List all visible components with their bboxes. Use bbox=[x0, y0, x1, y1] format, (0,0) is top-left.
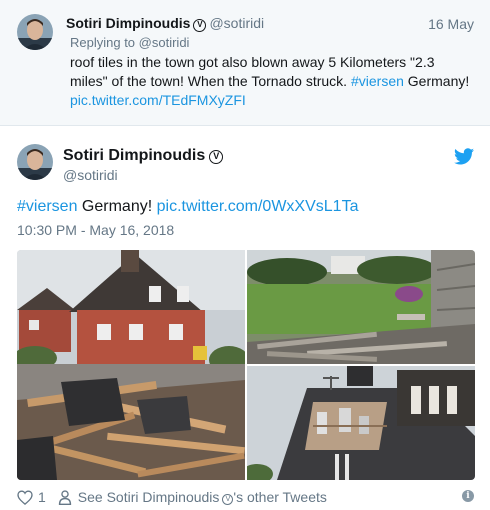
hashtag-link[interactable]: #viersen bbox=[17, 198, 77, 215]
media-photo-garden-debris[interactable] bbox=[247, 250, 475, 364]
photo-roof-scene bbox=[247, 366, 475, 480]
parent-author-name-line[interactable]: Sotiri Dimpinoudis V @sotiridi bbox=[66, 15, 264, 32]
verified-badge-icon: V bbox=[209, 150, 224, 164]
author-name-line[interactable]: Sotiri Dimpinoudis V bbox=[63, 147, 224, 165]
pic-link[interactable]: pic.twitter.com/0WxXVsL1Ta bbox=[157, 198, 359, 215]
other-tweets-label: See Sotiri Dimpinoudis V's other Tweets bbox=[78, 489, 327, 505]
like-button[interactable]: 1 bbox=[17, 489, 46, 505]
tweet-actions: 1 See Sotiri Dimpinoudis V's other Tweets bbox=[17, 488, 327, 506]
replying-to-handle-link[interactable]: @sotiridi bbox=[139, 35, 190, 50]
parent-author-name[interactable]: Sotiri Dimpinoudis bbox=[66, 15, 190, 31]
parent-author-avatar[interactable] bbox=[17, 14, 53, 50]
parent-tweet[interactable]: Sotiri Dimpinoudis V @sotiridi 16 May Repl… bbox=[0, 0, 490, 126]
replying-to-prefix: Replying to bbox=[70, 35, 136, 50]
info-icon[interactable]: i bbox=[462, 490, 474, 502]
tweet-text: #viersen Germany! pic.twitter.com/0WxXVs… bbox=[17, 198, 358, 216]
avatar-photo bbox=[17, 144, 53, 180]
heart-icon bbox=[17, 489, 33, 505]
replying-to-line: Replying to @sotiridi bbox=[70, 35, 189, 50]
verified-badge-icon: V bbox=[222, 494, 234, 505]
tweet-text-middle: Germany! bbox=[77, 198, 157, 215]
media-grid bbox=[17, 250, 475, 480]
parent-hashtag-link[interactable]: #viersen bbox=[351, 73, 404, 89]
avatar-photo bbox=[17, 14, 53, 50]
parent-tweet-text: roof tiles in the town got also blown aw… bbox=[70, 53, 480, 110]
media-photo-destroyed-roof-debris[interactable] bbox=[17, 250, 245, 480]
parent-text-line1: roof tiles in the town got also blown aw… bbox=[70, 54, 435, 70]
parent-pic-link[interactable]: pic.twitter.com/TEdFMXyZFI bbox=[70, 92, 246, 108]
author-handle[interactable]: @sotiridi bbox=[63, 167, 118, 183]
other-tweets-suffix: 's other Tweets bbox=[233, 489, 327, 505]
photo-garden-scene bbox=[247, 250, 475, 364]
parent-tweet-date[interactable]: 16 May bbox=[428, 16, 474, 32]
twitter-bird-icon[interactable] bbox=[454, 148, 474, 165]
media-photo-damaged-roof[interactable] bbox=[247, 366, 475, 480]
person-icon bbox=[58, 489, 71, 505]
parent-text-line2-end: Germany! bbox=[403, 73, 470, 89]
parent-author-handle[interactable]: @sotiridi bbox=[209, 15, 264, 31]
like-count: 1 bbox=[38, 489, 46, 505]
other-tweets-link[interactable]: See Sotiri Dimpinoudis V's other Tweets bbox=[58, 489, 327, 505]
photo-debris-scene bbox=[17, 250, 245, 480]
tweet-timestamp[interactable]: 10:30 PM - May 16, 2018 bbox=[17, 222, 174, 238]
parent-text-line2: miles" of the town! When the Tornado str… bbox=[70, 73, 351, 89]
author-avatar[interactable] bbox=[17, 144, 53, 180]
other-tweets-prefix: See Sotiri Dimpinoudis bbox=[77, 489, 220, 505]
verified-badge-icon: V bbox=[193, 19, 207, 32]
author-name[interactable]: Sotiri Dimpinoudis bbox=[63, 147, 205, 164]
